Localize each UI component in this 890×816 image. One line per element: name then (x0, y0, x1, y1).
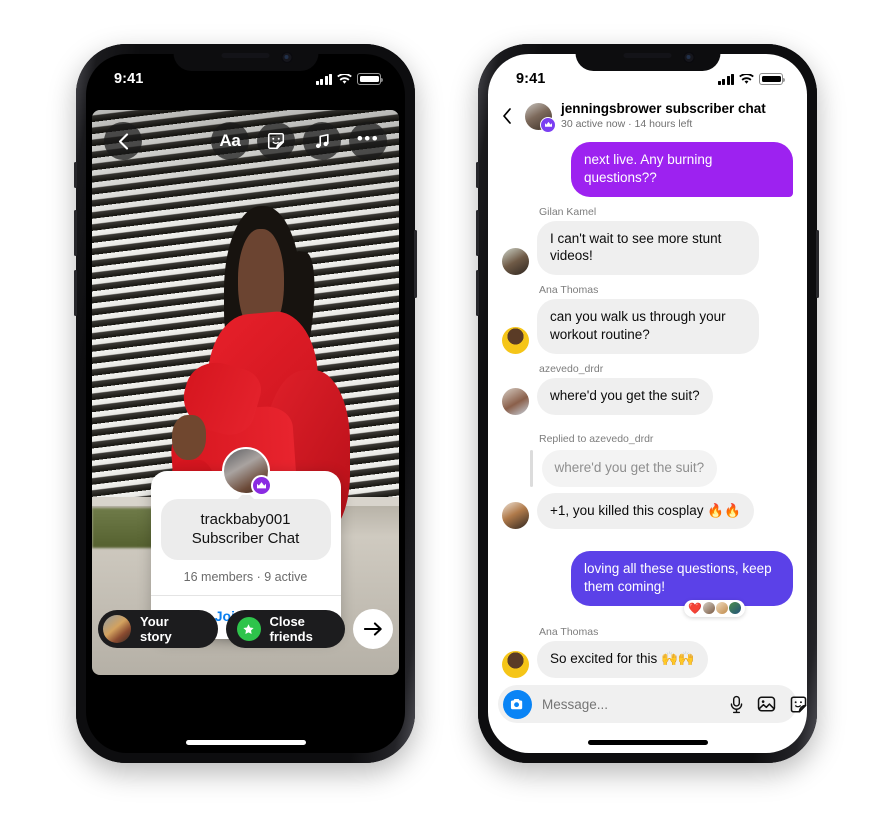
text-tool-button[interactable]: Aa (211, 122, 249, 160)
close-friends-button[interactable]: Close friends (225, 610, 345, 648)
message-bubble-incoming[interactable]: +1, you killed this cosplay 🔥🔥 (537, 492, 754, 530)
message-row[interactable]: can you walk us through your workout rou… (502, 299, 793, 354)
avatar[interactable] (502, 502, 529, 530)
battery-icon (759, 73, 785, 85)
notch (173, 44, 318, 71)
close-friends-label: Close friends (269, 614, 313, 644)
sticker-smiley-icon[interactable] (789, 695, 807, 714)
text-aa-icon: Aa (219, 131, 241, 150)
notch (575, 44, 720, 71)
heart-reaction-icon: ❤️ (688, 602, 702, 615)
message-bubble-incoming[interactable]: can you walk us through your workout rou… (537, 299, 759, 354)
story-toolbar: Aa ••• (104, 122, 387, 160)
chat-name-bubble: trackbaby001 Subscriber Chat (160, 498, 331, 560)
chat-subtitle: 30 active now · 14 hours left (561, 118, 693, 131)
more-options-button[interactable]: ••• (349, 122, 387, 160)
microphone-icon[interactable] (729, 695, 744, 714)
creator-avatar (221, 446, 272, 496)
reaction-pill[interactable]: ❤️ (684, 599, 745, 617)
message-list[interactable]: next live. Any burning questions?? Gilan… (488, 138, 807, 689)
status-time: 9:41 (114, 71, 144, 87)
reply-to-label: Replied to azevedo_drdr (539, 432, 654, 445)
right-phone-screen: 9:41 jenningsbrower subscriber chat 30 a… (488, 54, 807, 753)
message-bubble-incoming[interactable]: So excited for this 🙌🙌 (537, 640, 708, 678)
message-sender-name: Ana Thomas (539, 284, 599, 297)
send-story-button[interactable] (353, 609, 393, 649)
message-input[interactable] (542, 696, 719, 712)
message-row[interactable]: loving all these questions, keep them co… (502, 551, 793, 606)
story-bottom-bar: Your story Close friends (98, 609, 393, 649)
wifi-icon (337, 73, 352, 85)
more-dots-icon: ••• (356, 129, 380, 148)
volume-up-button[interactable] (74, 210, 77, 256)
camera-icon[interactable] (503, 689, 532, 719)
back-button[interactable] (104, 122, 142, 160)
music-tool-button[interactable] (303, 122, 341, 160)
home-indicator (185, 740, 306, 745)
chat-title: jenningsbrower subscriber chat (561, 101, 766, 117)
message-bubble-incoming[interactable]: I can't wait to see more stunt videos! (537, 220, 759, 276)
avatar[interactable] (502, 326, 529, 354)
reply-indicator-bar (530, 449, 533, 487)
reply-thread: Replied to azevedo_drdr where'd you get … (502, 433, 793, 530)
green-star-icon (236, 617, 261, 641)
reaction-avatar (716, 602, 728, 615)
avatar[interactable] (525, 102, 556, 133)
avatar[interactable] (502, 387, 529, 415)
message-row[interactable]: where'd you get the suit? (502, 377, 793, 415)
message-row[interactable]: So excited for this 🙌🙌 (502, 640, 793, 678)
reaction-avatar (729, 602, 741, 615)
your-story-button[interactable]: Your story (98, 610, 218, 648)
crown-icon (540, 116, 556, 133)
status-time: 9:41 (516, 71, 546, 87)
power-button[interactable] (816, 230, 819, 298)
message-bubble-outgoing[interactable]: loving all these questions, keep them co… (571, 551, 793, 606)
chat-username: trackbaby001 (200, 510, 291, 528)
message-row[interactable]: I can't wait to see more stunt videos! (502, 220, 793, 276)
sticker-tool-button[interactable] (257, 122, 295, 160)
photo-gallery-icon[interactable] (757, 695, 776, 713)
your-story-label: Your story (140, 614, 172, 644)
avatar[interactable] (502, 650, 529, 678)
power-button[interactable] (414, 230, 417, 298)
sticker-smiley-icon (267, 132, 285, 150)
mute-switch[interactable] (476, 162, 479, 188)
chat-type-label: Subscriber Chat (191, 529, 300, 547)
battery-icon (357, 73, 383, 85)
volume-down-button[interactable] (476, 270, 479, 316)
right-phone-device: 9:41 jenningsbrower subscriber chat 30 a… (476, 44, 819, 763)
chat-header: jenningsbrower subscriber chat 30 active… (488, 94, 807, 138)
reaction-avatar (703, 602, 715, 615)
message-composer[interactable] (498, 685, 807, 723)
left-phone-device: 9:41 Aa ••• trackbaby001 Subscriber Chat… (74, 44, 417, 763)
message-sender-name: Gilan Kamel (539, 205, 597, 218)
message-sender-name: azevedo_drdr (539, 362, 604, 375)
crown-icon (250, 474, 272, 496)
message-bubble-incoming[interactable]: where'd you get the suit? (537, 377, 713, 415)
story-viewer[interactable]: Aa ••• trackbaby001 Subscriber Chat 16 m… (92, 110, 399, 675)
volume-down-button[interactable] (74, 270, 77, 316)
chat-member-count: 16 members · 9 active (183, 570, 308, 584)
back-chevron-icon (503, 108, 511, 124)
avatar[interactable] (502, 248, 529, 276)
left-phone-screen: 9:41 Aa ••• trackbaby001 Subscriber Chat… (86, 54, 405, 753)
mute-switch[interactable] (74, 162, 77, 188)
message-bubble-outgoing[interactable]: next live. Any burning questions?? (571, 142, 793, 197)
message-sender-name: Ana Thomas (539, 625, 599, 638)
message-row[interactable]: +1, you killed this cosplay 🔥🔥 (502, 492, 793, 530)
arrow-right-icon (363, 622, 382, 636)
avatar (103, 615, 131, 643)
wifi-icon (739, 73, 754, 85)
home-indicator (587, 740, 708, 745)
quoted-message-bubble[interactable]: where'd you get the suit? (541, 449, 718, 487)
message-row[interactable]: next live. Any burning questions?? (502, 142, 793, 197)
back-button[interactable] (502, 108, 516, 124)
cellular-bars-icon (315, 73, 332, 85)
music-note-icon (315, 133, 329, 148)
volume-up-button[interactable] (476, 210, 479, 256)
cellular-bars-icon (717, 73, 734, 85)
back-chevron-icon (118, 132, 128, 150)
